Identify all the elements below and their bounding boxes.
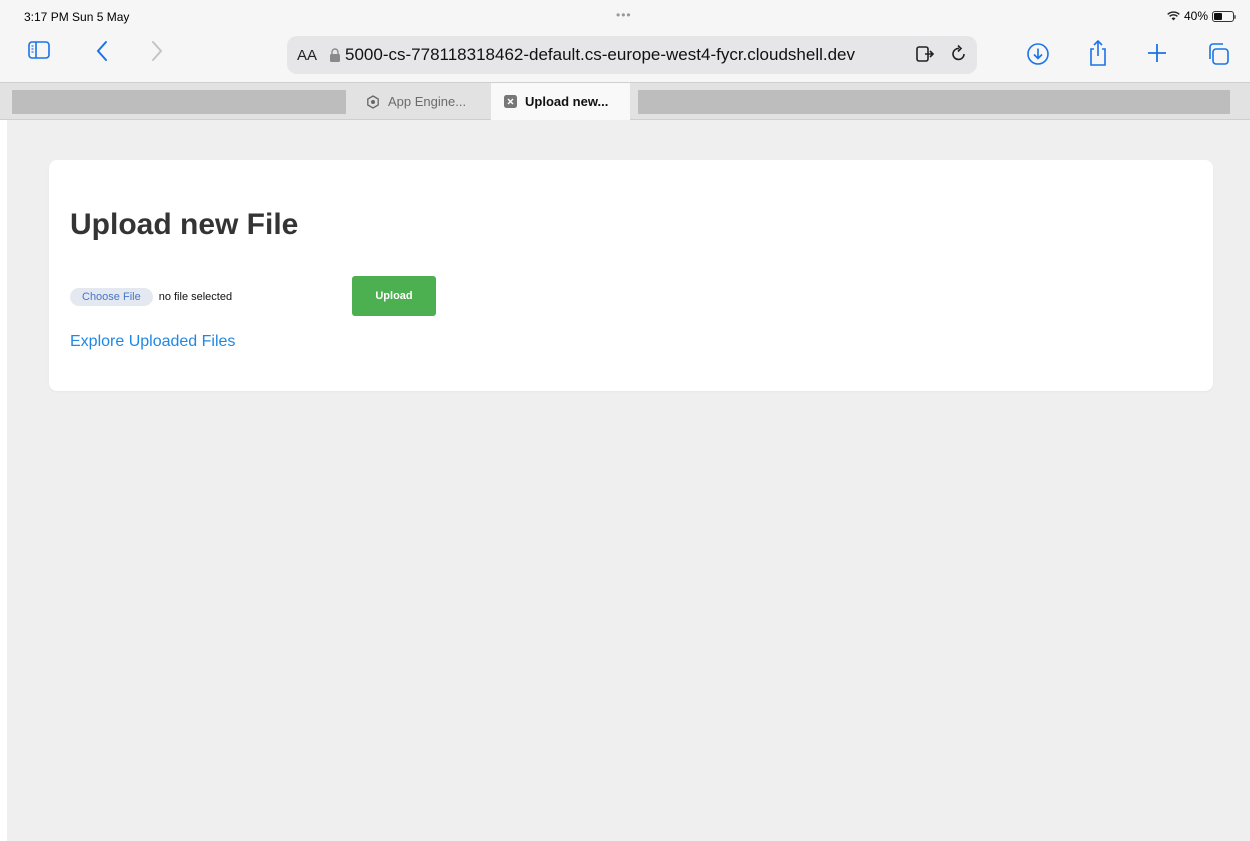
extension-icon[interactable]	[915, 44, 935, 64]
tab-label: App Engine...	[388, 94, 467, 109]
url-text[interactable]: 5000-cs-778118318462-default.cs-europe-w…	[345, 45, 905, 65]
close-tab-icon[interactable]	[503, 95, 517, 109]
battery-icon	[1212, 10, 1236, 22]
status-time: 3:17 PM Sun 5 May	[24, 10, 130, 24]
tab-bar: App Engine... Upload new...	[0, 82, 1250, 120]
status-right: 40%	[1167, 9, 1236, 23]
file-status: no file selected	[158, 291, 233, 303]
address-bar[interactable]: AA 5000-cs-778118318462-default.cs-europ…	[287, 36, 977, 74]
tab-overview-icon[interactable]	[1206, 42, 1230, 66]
tab-app-engine[interactable]: App Engine...	[354, 83, 490, 120]
choose-file-button[interactable]: Choose File	[70, 288, 153, 306]
browser-toolbar: AA 5000-cs-778118318462-default.cs-europ…	[0, 30, 1250, 82]
page-content: Upload new File Choose File no file sele…	[7, 120, 1250, 841]
file-input[interactable]: Choose File no file selected	[70, 288, 232, 306]
wifi-icon	[1167, 11, 1180, 21]
tab-upload-new[interactable]: Upload new...	[491, 83, 630, 120]
new-tab-icon[interactable]	[1146, 42, 1168, 64]
reload-icon[interactable]	[949, 44, 969, 64]
share-icon[interactable]	[1087, 39, 1109, 67]
tab-placeholder-left[interactable]	[12, 90, 346, 114]
explore-uploaded-files-link[interactable]: Explore Uploaded Files	[70, 333, 235, 351]
app-engine-icon	[366, 94, 380, 109]
back-icon[interactable]	[95, 40, 109, 62]
lock-icon	[330, 48, 341, 62]
forward-icon[interactable]	[150, 40, 164, 62]
multitasking-dots[interactable]: •••	[616, 8, 632, 22]
upload-button[interactable]: Upload	[352, 276, 436, 316]
reader-aa-button[interactable]: AA	[297, 47, 317, 64]
upload-card: Upload new File Choose File no file sele…	[49, 160, 1213, 391]
tab-label: Upload new...	[525, 94, 609, 109]
download-icon[interactable]	[1026, 42, 1050, 66]
status-bar: 3:17 PM Sun 5 May ••• 40%	[0, 0, 1250, 30]
battery-percentage: 40%	[1183, 9, 1208, 23]
page-title: Upload new File	[70, 208, 299, 241]
tab-placeholder-right[interactable]	[638, 90, 1230, 114]
sidebar-icon[interactable]	[28, 40, 50, 60]
